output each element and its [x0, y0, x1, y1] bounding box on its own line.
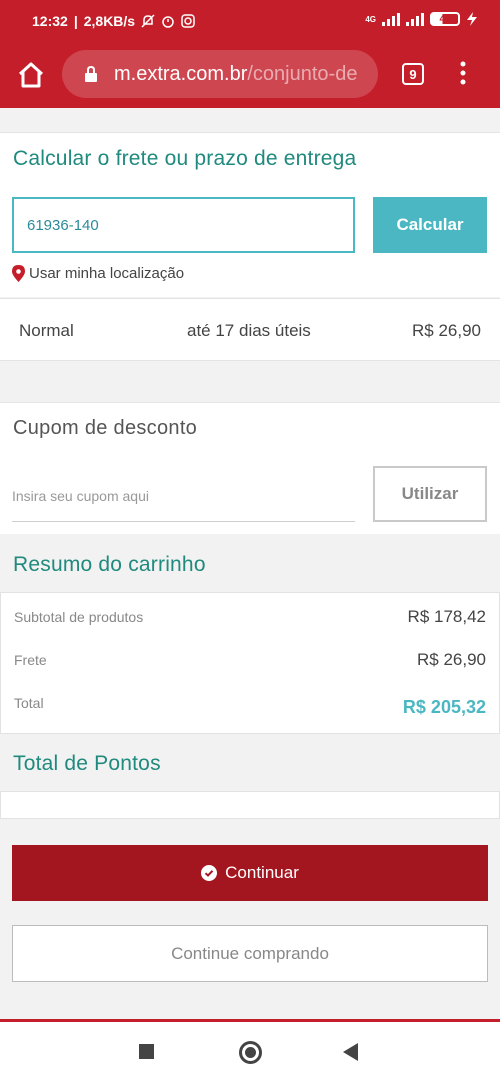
check-circle-icon — [201, 865, 218, 881]
status-time: 12:32 — [32, 13, 68, 29]
shipping-option[interactable]: Normal até 17 dias úteis R$ 26,90 — [0, 298, 500, 361]
shipping-name: Normal — [19, 321, 74, 340]
system-nav-bar — [0, 1022, 500, 1082]
status-bar: 12:32 | 2,8KB/s 4G 41 — [0, 0, 500, 44]
freight-label: Frete — [14, 652, 47, 668]
cart-summary: Subtotal de produtos R$ 178,42 Frete R$ … — [0, 592, 500, 734]
location-pin-icon — [12, 265, 25, 282]
url-host: m.extra.com.br — [114, 62, 248, 85]
status-separator: | — [73, 13, 78, 29]
status-network-speed: 2,8KB/s — [83, 13, 136, 29]
battery-level: 41 — [439, 13, 451, 25]
url-path: /conjunto-de — [247, 62, 358, 85]
address-bar[interactable]: m.extra.com.br/conjunto-de — [62, 50, 378, 98]
battery-icon: 41 — [430, 12, 460, 26]
home-nav-icon[interactable] — [239, 1041, 262, 1064]
total-value: R$ 205,32 — [402, 697, 486, 717]
freight-title: Calcular o frete ou prazo de entrega — [13, 147, 357, 170]
status-left: 12:32 | 2,8KB/s — [32, 13, 195, 29]
mute-bell-icon — [141, 14, 155, 28]
overflow-menu-icon[interactable] — [460, 61, 466, 85]
browser-toolbar: m.extra.com.br/conjunto-de 9 — [0, 44, 500, 108]
cart-summary-header: Resumo do carrinho — [0, 534, 500, 592]
coupon-input[interactable]: Insira seu cupom aqui — [12, 471, 355, 522]
points-box — [0, 791, 500, 819]
subtotal-value: R$ 178,42 — [407, 607, 486, 626]
freight-section: Calcular o frete ou prazo de entrega 619… — [0, 132, 500, 297]
continue-label: Continuar — [225, 863, 299, 882]
network-type-label: 4G — [365, 14, 376, 24]
alarm-clock-icon — [162, 16, 174, 28]
tab-switcher-button[interactable]: 9 — [402, 63, 424, 85]
lock-icon — [85, 66, 97, 82]
continue-button[interactable]: Continuar — [12, 845, 488, 901]
back-icon[interactable] — [343, 1043, 358, 1061]
signal-icon — [382, 12, 400, 26]
home-icon[interactable] — [16, 60, 46, 90]
total-label: Total — [14, 695, 44, 711]
coupon-section: Cupom de desconto Insira seu cupom aqui … — [0, 402, 500, 534]
shipping-price: R$ 26,90 — [412, 321, 481, 340]
instagram-icon — [181, 14, 195, 28]
points-title: Total de Pontos — [13, 752, 161, 775]
freight-value: R$ 26,90 — [417, 650, 486, 669]
apply-coupon-button[interactable]: Utilizar — [373, 466, 487, 522]
use-location-link[interactable]: Usar minha localização — [12, 265, 184, 282]
cep-input[interactable]: 61936-140 — [12, 197, 355, 253]
recents-icon[interactable] — [139, 1044, 154, 1059]
subtotal-label: Subtotal de produtos — [14, 609, 144, 625]
charging-icon — [467, 12, 477, 26]
keep-shopping-button[interactable]: Continue comprando — [12, 925, 488, 982]
use-location-label: Usar minha localização — [29, 265, 185, 282]
calculate-button[interactable]: Calcular — [373, 197, 487, 253]
signal-secondary-icon — [406, 12, 424, 26]
status-right: 4G 41 — [365, 12, 478, 26]
cart-summary-title: Resumo do carrinho — [13, 553, 206, 576]
shipping-time: até 17 dias úteis — [187, 321, 311, 340]
coupon-title: Cupom de desconto — [13, 417, 198, 439]
